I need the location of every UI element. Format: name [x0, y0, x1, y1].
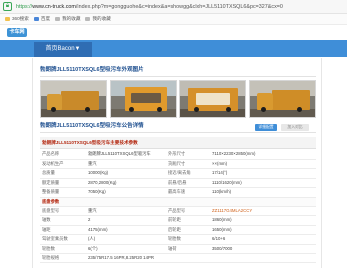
table-row: 总质量 10000(Kg) 接近/离去角 17/14(°): [40, 168, 317, 179]
bookmark-item[interactable]: 我的收藏: [55, 16, 80, 22]
truck-photo[interactable]: [248, 80, 316, 118]
bookmark-icon: [33, 17, 39, 21]
table-row: 驾驶室乘员数 (人) 轮胎数 6/10+6: [40, 234, 317, 245]
spec-table-title: 勃朗牌JLL5110TXSQL6型吸污车主要技术参数: [40, 137, 317, 149]
table-row: 轴距 4175(mm) 后轮距 1650(mm): [40, 225, 317, 236]
truck-photo[interactable]: [179, 80, 247, 118]
bookmark-icon: [5, 17, 10, 21]
detail-config-button[interactable]: 详细配置: [255, 124, 277, 131]
table-row: 发动机生产 重汽 货厢尺寸 ××(mm): [40, 159, 317, 170]
bookmark-item[interactable]: 我的收藏: [85, 16, 111, 22]
site-logo[interactable]: 卡车网: [3, 26, 31, 39]
divider: [40, 132, 316, 133]
bookmark-item[interactable]: 百度: [33, 16, 50, 22]
divider: [40, 76, 316, 77]
lock-icon: 🔒︎: [3, 2, 12, 11]
nav-tab-home[interactable]: 首页Bacon▼: [34, 42, 92, 57]
folder-icon: [85, 17, 91, 21]
logo-mark: 卡车网: [7, 28, 27, 37]
chassis-group-title: 底盘参数: [40, 197, 317, 208]
address-bar[interactable]: 🔒︎ https://www.cn-truck.com/index.php?m=…: [0, 0, 347, 14]
spec-table: 勃朗牌JLL5110TXSQL6型吸污车主要技术参数 产品名称 勃朗牌JLL51…: [40, 137, 317, 264]
table-row: 轴数 2 前轮距 1860(mm): [40, 215, 317, 226]
table-row: 产品名称 勃朗牌JLL5110TXSQL6型吸污车 外形尺寸 7110×2230…: [40, 148, 317, 160]
specs-section-title: 勃朗牌JLL5110TXSQL6型吸污车公告详情: [40, 123, 144, 129]
table-row: 额定质量 2870,2800(Kg) 前悬/后悬 1110/1620(mm): [40, 178, 317, 189]
images-section-title: 勃朗牌JLL5110TXSQL6型吸污车外观图片: [40, 67, 144, 73]
folder-icon: [55, 17, 61, 21]
bookmark-item[interactable]: 360搜索: [5, 16, 29, 22]
photo-gallery: [40, 80, 316, 118]
add-compare-button[interactable]: 加入对比: [281, 124, 309, 131]
table-row: 底盘型号 重汽 产品型号 ZZ1117G4MLA2CCY: [40, 206, 317, 217]
nav-bar: 首页Bacon▼: [0, 40, 347, 57]
table-row: 轮胎数 6(个) 轴荷 3500/7000: [40, 244, 317, 255]
table-row: 整备质量 7050(Kg) 最高车速 110(km/h): [40, 187, 317, 198]
url-text[interactable]: https://www.cn-truck.com/index.php?m=gon…: [16, 4, 341, 10]
truck-photo[interactable]: [40, 80, 107, 118]
spec-group-row: 底盘参数: [40, 197, 317, 208]
chassis-model-link[interactable]: ZZ1117G4MLA2CCY: [210, 206, 317, 217]
truck-photo[interactable]: [109, 80, 177, 118]
bookmarks-bar: 360搜索 百度 我的收藏 我的收藏: [0, 14, 347, 25]
main-content: 勃朗牌JLL5110TXSQL6型吸污车外观图片 勃朗牌JLL5110TXSQL…: [32, 58, 322, 268]
spec-table-title-row: 勃朗牌JLL5110TXSQL6型吸污车主要技术参数: [40, 137, 317, 149]
table-row: 轮胎规格 235/75R17.5 16PR,8.25R20 14PR: [40, 253, 317, 264]
